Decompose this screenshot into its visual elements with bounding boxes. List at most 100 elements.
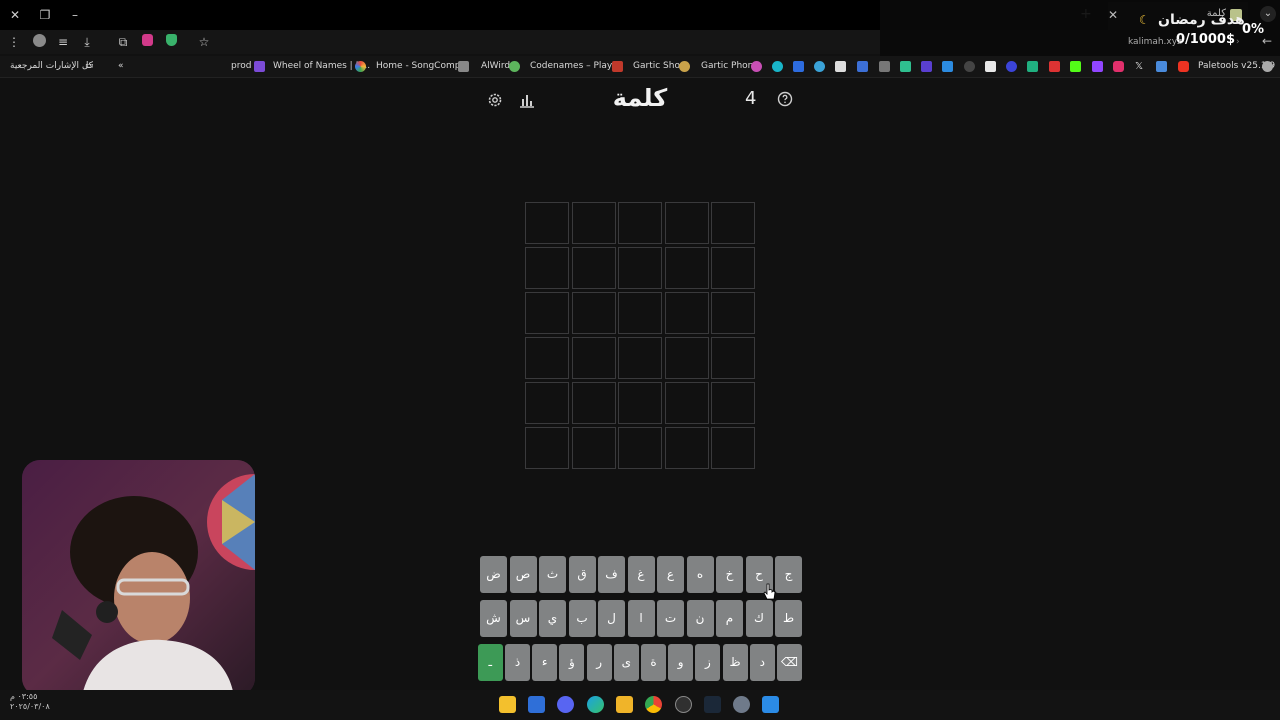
steam-taskbar-icon[interactable] [704, 696, 721, 713]
clock-time: ٠٣:٥٥ م [10, 692, 38, 701]
row3-key[interactable]: ذ [505, 644, 530, 681]
enter-key[interactable]: ـ [477, 644, 503, 681]
gartic-show-icon [679, 61, 690, 72]
row1-key[interactable]: غ [627, 556, 655, 593]
twitch-bookmark-icon[interactable] [1092, 61, 1103, 72]
row1-key[interactable]: خ [716, 556, 743, 593]
discord-taskbar-icon[interactable] [557, 696, 574, 713]
ext-bookmark-11-icon[interactable] [1006, 61, 1017, 72]
row2-key[interactable]: س [509, 600, 537, 637]
minimize-window-icon[interactable]: – [66, 6, 84, 24]
row3-key[interactable]: ر [586, 644, 612, 681]
bookmark-prod[interactable]: prod [231, 61, 251, 71]
row3-key[interactable]: و [668, 644, 694, 681]
row2-key[interactable]: ا [627, 600, 655, 637]
app-taskbar-icon[interactable] [528, 696, 545, 713]
ext-bookmark-1-icon[interactable] [772, 61, 783, 72]
restore-window-icon[interactable]: ❐ [36, 6, 54, 24]
rockstar-taskbar-icon[interactable] [499, 696, 516, 713]
ext-bookmark-12-icon[interactable] [1027, 61, 1038, 72]
grid-cell [618, 337, 662, 379]
row1-key[interactable]: ص [509, 556, 537, 593]
row1-key[interactable]: ع [657, 556, 684, 593]
ext-bookmark-8-icon[interactable] [921, 61, 932, 72]
ext-bookmark-2-icon[interactable] [793, 61, 804, 72]
taskbar-clock[interactable]: ٠٣:٥٥ م ٢٠٢٥/٠٣/٠٨ [10, 692, 50, 712]
ext-bookmark-13-icon[interactable] [1049, 61, 1060, 72]
chevron-double-left-icon[interactable]: « [118, 61, 124, 71]
chrome-taskbar-icon[interactable] [645, 696, 662, 713]
row2-key[interactable]: ي [539, 600, 566, 637]
row3-key[interactable]: ؤ [559, 644, 585, 681]
row2-key[interactable]: ش [480, 600, 507, 637]
row2-key[interactable]: م [716, 600, 743, 637]
key-label: ا [639, 611, 643, 625]
backspace-key[interactable]: ⌫ [777, 644, 802, 681]
download-icon[interactable]: ⤓ [79, 34, 95, 50]
key-label: ق [577, 567, 587, 581]
row1-key[interactable]: ض [480, 556, 507, 593]
discord-bookmark-icon[interactable] [985, 61, 996, 72]
translate-icon[interactable] [1156, 61, 1167, 72]
ext-bookmark-5-icon[interactable] [857, 61, 868, 72]
row2-key[interactable]: ط [775, 600, 802, 637]
row1-key[interactable]: ق [568, 556, 596, 593]
key-label: ث [546, 567, 559, 581]
tab-close-icon[interactable]: ✕ [1108, 8, 1118, 22]
close-window-icon[interactable]: ✕ [6, 6, 24, 24]
back-arrow-icon[interactable]: ← [1262, 34, 1272, 48]
help-icon[interactable] [777, 91, 795, 109]
extension-pink-icon[interactable] [139, 34, 155, 50]
youtube-icon[interactable] [1178, 61, 1189, 72]
folder-icon[interactable]: ▭ [85, 61, 94, 71]
all-bookmarks-label[interactable]: كل الإشارات المرجعية [10, 61, 93, 71]
ext-bookmark-7-icon[interactable] [900, 61, 911, 72]
url-domain[interactable]: kalimah.xyz [1128, 37, 1182, 47]
kick-icon[interactable] [1070, 61, 1081, 72]
clock-date: ٢٠٢٥/٠٣/٠٨ [10, 702, 50, 711]
extension-shield-icon[interactable] [163, 34, 179, 50]
row1-key[interactable]: ج [775, 556, 802, 593]
row2-key[interactable]: ل [598, 600, 625, 637]
bookmark-alwird[interactable]: AlWird [481, 61, 510, 71]
row3-key[interactable]: ى [613, 644, 639, 681]
bookmark-star-icon[interactable]: ☆ [196, 34, 212, 50]
row1-key[interactable]: ه [686, 556, 714, 593]
menu-icon[interactable]: ⋮ [6, 34, 22, 50]
reading-list-icon[interactable]: ≡ [55, 34, 71, 50]
bookmark-songcomp[interactable]: Home - SongComp... [376, 61, 469, 71]
row2-key[interactable]: ن [686, 600, 714, 637]
ext-bookmark-10-icon[interactable] [964, 61, 975, 72]
settings-gear-icon[interactable] [486, 91, 504, 109]
row2-key[interactable]: ت [657, 600, 684, 637]
row3-key[interactable]: ء [532, 644, 558, 681]
row3-key[interactable]: ز [695, 644, 721, 681]
file-explorer-taskbar-icon[interactable] [616, 696, 633, 713]
row3-key[interactable]: ة [641, 644, 666, 681]
screen: ✕ ❐ – + ⋮ ≡ ⤓ ⧉ ☆ ✕ كلمة ⌄ ☾ هدف رمضان 0… [0, 0, 1280, 720]
x-twitter-icon[interactable]: 𝕏 [1135, 61, 1143, 72]
obs-taskbar-icon[interactable] [675, 696, 692, 713]
forward-arrow-icon[interactable]: › [1236, 37, 1240, 47]
bookmark-codenames[interactable]: Codenames – Play... [530, 61, 620, 71]
row2-key[interactable]: ك [745, 600, 773, 637]
profile-avatar[interactable] [31, 34, 47, 50]
tab-search-chevron-icon[interactable]: ⌄ [1260, 6, 1276, 22]
ext-bookmark-3-icon[interactable] [814, 61, 825, 72]
row3-key[interactable]: د [749, 644, 775, 681]
stats-chart-icon[interactable] [518, 91, 536, 109]
ext-bookmark-4-icon[interactable] [835, 61, 846, 72]
grid-cell [525, 247, 569, 289]
edge-taskbar-icon[interactable] [587, 696, 604, 713]
row1-key[interactable]: ث [539, 556, 566, 593]
key-label: ه [696, 567, 704, 581]
instagram-icon[interactable] [1113, 61, 1124, 72]
row2-key[interactable]: ب [568, 600, 596, 637]
row3-key[interactable]: ظ [722, 644, 748, 681]
extensions-icon[interactable]: ⧉ [115, 34, 131, 50]
windows-start-icon[interactable] [762, 696, 779, 713]
ext-bookmark-9-icon[interactable] [942, 61, 953, 72]
row1-key[interactable]: ف [598, 556, 625, 593]
ext-bookmark-6-icon[interactable] [879, 61, 890, 72]
settings-taskbar-icon[interactable] [733, 696, 750, 713]
